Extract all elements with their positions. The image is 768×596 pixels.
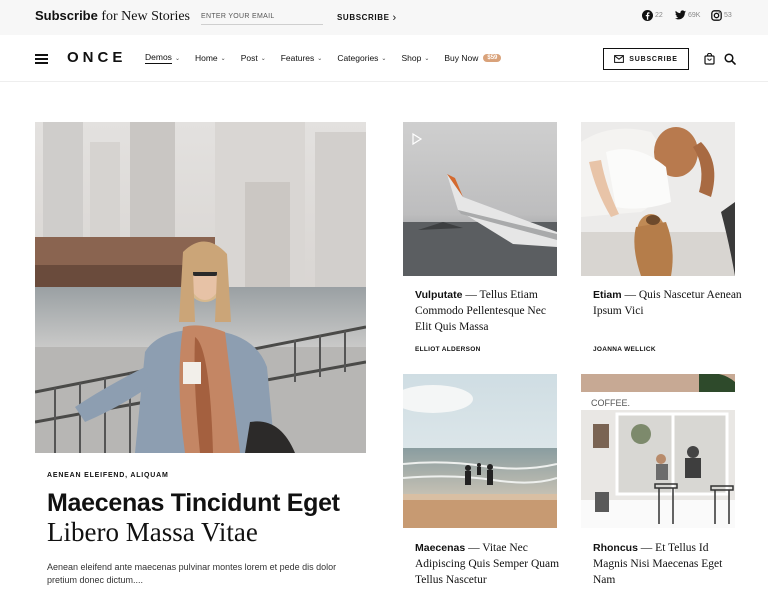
facebook-link[interactable]: 22 bbox=[642, 10, 663, 21]
nav-item-categories[interactable]: Categories ⌄ bbox=[337, 52, 386, 64]
envelope-icon bbox=[614, 55, 625, 63]
site-logo[interactable]: ONCE bbox=[67, 49, 126, 66]
subscribe-button-label: SUBSCRIBE bbox=[629, 55, 678, 63]
nav-item-label: Features bbox=[280, 53, 315, 63]
twitter-link[interactable]: 69K bbox=[675, 10, 700, 20]
chevron-down-icon: ⌄ bbox=[260, 55, 266, 62]
twitter-count: 69K bbox=[688, 11, 701, 19]
post-card-title[interactable]: Maecenas — Vitae Nec Adipiscing Quis Sem… bbox=[415, 540, 565, 588]
subscribe-heading-serif: for New Stories bbox=[97, 9, 191, 24]
instagram-link[interactable]: 53 bbox=[711, 10, 732, 21]
coffee-shop-photo: COFFEE. bbox=[581, 374, 735, 528]
topbar: Subscribe for New Stories SUBSCRIBE› 22 … bbox=[0, 0, 768, 35]
post-card-image[interactable] bbox=[581, 122, 735, 276]
post-card-image[interactable]: COFFEE. bbox=[581, 374, 735, 528]
chevron-down-icon: ⌄ bbox=[381, 55, 387, 62]
post-card-author[interactable]: ELLIOT ALDERSON bbox=[415, 346, 481, 353]
airplane-wing-photo bbox=[403, 122, 557, 276]
chevron-down-icon: ⌄ bbox=[174, 55, 180, 62]
facebook-icon bbox=[642, 10, 653, 21]
twitter-icon bbox=[675, 10, 686, 20]
subscribe-button[interactable]: SUBSCRIBE bbox=[603, 48, 689, 70]
cafe-sign-text: COFFEE. bbox=[591, 398, 630, 408]
nav-item-post[interactable]: Post ⌄ bbox=[241, 52, 266, 64]
nav-item-label: Categories bbox=[337, 53, 379, 63]
featured-post-excerpt: Aenean eleifend ante maecenas pulvinar m… bbox=[47, 562, 337, 585]
featured-post-title[interactable]: Maecenas Tincidunt Eget Libero Massa Vit… bbox=[47, 489, 367, 547]
category-link[interactable]: ALIQUAM bbox=[130, 472, 168, 479]
search-icon bbox=[724, 53, 736, 65]
beach-people-photo bbox=[403, 374, 557, 528]
woman-on-bridge-photo bbox=[35, 122, 366, 453]
post-card-title[interactable]: Rhoncus — Et Tellus Id Magnis Nisi Maece… bbox=[593, 540, 743, 588]
chevron-down-icon: ⌄ bbox=[424, 55, 430, 62]
nav-item-label: Post bbox=[240, 53, 258, 63]
email-input[interactable] bbox=[201, 8, 323, 25]
topbar-subscribe-button[interactable]: SUBSCRIBE › bbox=[337, 11, 397, 24]
topbar-subscribe-label: SUBSCRIBE bbox=[337, 13, 390, 22]
nav-item-buy-now[interactable]: Buy Now $59 bbox=[444, 52, 502, 64]
post-card-image[interactable] bbox=[403, 374, 557, 528]
main-navigation: ONCE Demos ⌄ Home ⌄ Post ⌄ Features ⌄ Catego… bbox=[0, 35, 768, 82]
post-card-title-bold: Rhoncus bbox=[593, 542, 638, 554]
subscribe-heading-bold: Subscribe bbox=[35, 8, 98, 23]
hamburger-menu-button[interactable] bbox=[35, 54, 48, 64]
category-link[interactable]: AENEAN ELEIFEND bbox=[47, 472, 125, 479]
nav-item-label: Home bbox=[194, 53, 218, 63]
nav-item-features[interactable]: Features ⌄ bbox=[281, 52, 323, 64]
featured-post-image[interactable] bbox=[35, 122, 366, 453]
post-card-title[interactable]: Etiam — Quis Nascetur Aenean Ipsum Vici bbox=[593, 287, 743, 319]
featured-title-bold: Maecenas Tincidunt Eget bbox=[47, 489, 340, 517]
post-card-title-bold: Maecenas bbox=[415, 542, 466, 554]
cart-button[interactable] bbox=[704, 52, 715, 70]
nav-item-shop[interactable]: Shop ⌄ bbox=[401, 52, 429, 64]
post-card-title-bold: Vulputate bbox=[415, 289, 463, 301]
post-card-author[interactable]: JOANNA WELLICK bbox=[593, 346, 656, 353]
nav-menu: Demos ⌄ Home ⌄ Post ⌄ Features ⌄ Categories ⌄… bbox=[145, 52, 516, 64]
featured-post-categories: AENEAN ELEIFEND, ALIQUAM bbox=[47, 472, 169, 479]
post-card-title-bold: Etiam bbox=[593, 289, 622, 301]
price-badge: $59 bbox=[483, 54, 502, 62]
chevron-down-icon: ⌄ bbox=[317, 55, 323, 62]
nav-item-label: Buy Now bbox=[444, 53, 479, 63]
post-card-title[interactable]: Vulputate — Tellus Etiam Commodo Pellent… bbox=[415, 287, 565, 335]
nav-item-home[interactable]: Home ⌄ bbox=[195, 52, 226, 64]
featured-title-serif: Libero Massa Vitae bbox=[47, 517, 258, 547]
facebook-count: 22 bbox=[655, 12, 663, 19]
shopping-bag-icon bbox=[704, 52, 715, 65]
chevron-down-icon: ⌄ bbox=[220, 55, 226, 62]
post-card-image[interactable] bbox=[403, 122, 557, 276]
subscribe-heading: Subscribe for New Stories bbox=[35, 8, 190, 25]
nav-item-label: Shop bbox=[401, 53, 422, 63]
instagram-count: 53 bbox=[724, 12, 732, 19]
nav-item-label: Demos bbox=[145, 52, 172, 64]
chevron-right-icon: › bbox=[392, 12, 397, 24]
nav-item-demos[interactable]: Demos ⌄ bbox=[145, 52, 180, 64]
instagram-icon bbox=[711, 10, 722, 21]
woman-with-dog-photo bbox=[581, 122, 735, 276]
search-button[interactable] bbox=[724, 52, 736, 70]
